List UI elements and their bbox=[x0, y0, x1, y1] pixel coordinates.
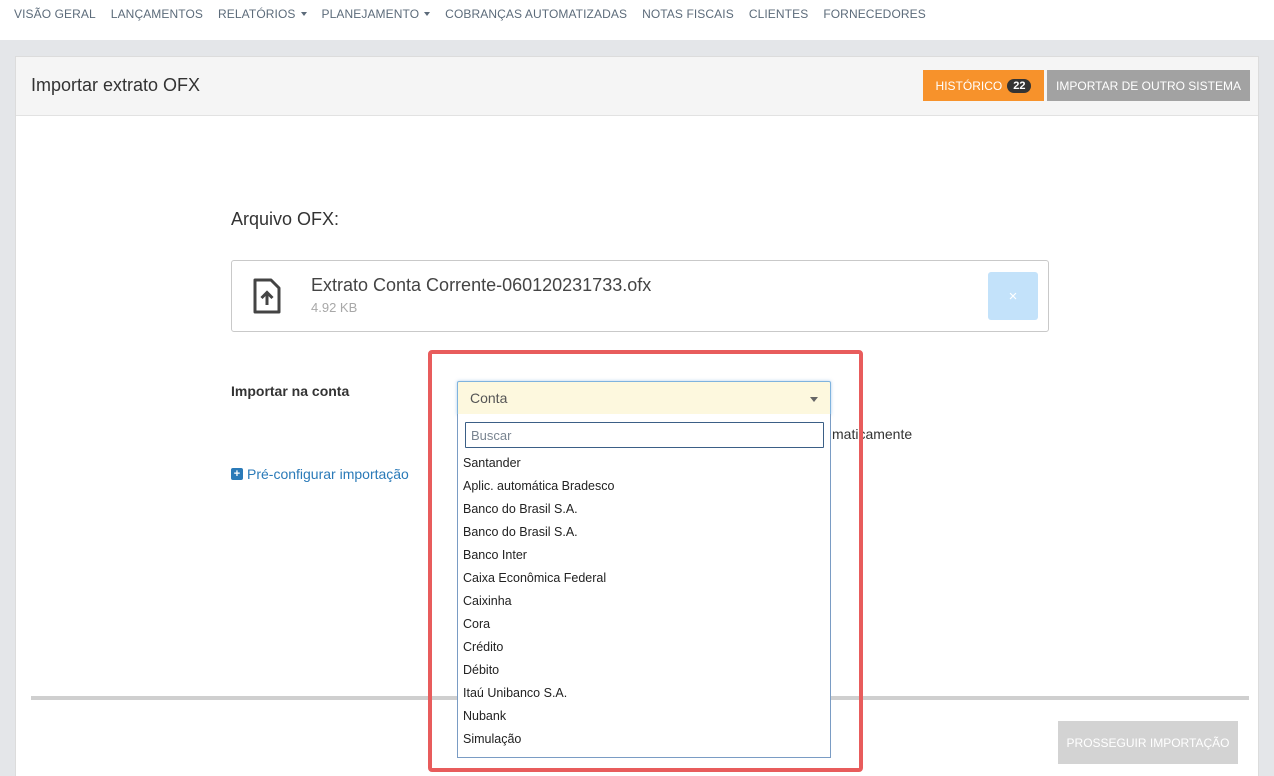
nav-item-relatorios[interactable]: RELATÓRIOS bbox=[218, 7, 307, 21]
account-option[interactable]: Banco Inter bbox=[458, 544, 830, 567]
ofx-section-title: Arquivo OFX: bbox=[231, 209, 340, 229]
account-search-input[interactable] bbox=[465, 422, 824, 448]
account-options-list: Santander Aplic. automática Bradesco Banco… bbox=[458, 452, 830, 751]
history-button-label: HISTÓRICO bbox=[935, 78, 1003, 93]
nav-item-label: CLIENTES bbox=[748, 7, 809, 21]
remove-file-button[interactable]: × bbox=[988, 272, 1038, 320]
proceed-import-button[interactable]: PROSSEGUIR IMPORTAÇÃO bbox=[1058, 721, 1238, 764]
nav-item-visao-geral[interactable]: VISÃO GERAL bbox=[14, 7, 96, 21]
nav-item-label: RELATÓRIOS bbox=[218, 7, 296, 21]
account-option[interactable]: Cora bbox=[458, 613, 830, 636]
chevron-down-icon bbox=[424, 12, 431, 16]
top-navigation: VISÃO GERAL LANÇAMENTOS RELATÓRIOS PLANEJAM… bbox=[0, 0, 1274, 40]
plus-square-icon: + bbox=[231, 468, 243, 480]
import-other-system-button[interactable]: IMPORTAR DE OUTRO SISTEMA bbox=[1047, 70, 1250, 101]
nav-item-cobrancas-automatizadas[interactable]: COBRANÇAS AUTOMATIZADAS bbox=[445, 7, 627, 21]
nav-item-lancamentos[interactable]: LANÇAMENTOS bbox=[111, 7, 203, 21]
account-option[interactable]: Simulação bbox=[458, 728, 830, 751]
history-count-badge: 22 bbox=[1007, 78, 1032, 93]
nav-item-label: LANÇAMENTOS bbox=[110, 7, 204, 21]
account-option[interactable]: Santander bbox=[458, 452, 830, 475]
nav-item-clientes[interactable]: CLIENTES bbox=[749, 7, 808, 21]
nav-item-label: FORNECEDORES bbox=[823, 7, 926, 21]
page-title: Importar extrato OFX bbox=[31, 75, 201, 95]
file-size: 4.92 KB bbox=[311, 300, 358, 315]
file-name: Extrato Conta Corrente-060120231733.ofx bbox=[311, 275, 652, 295]
panel-header: Importar extrato OFX HISTÓRICO 22 IMPORT… bbox=[16, 57, 1258, 116]
account-option[interactable]: Itaú Unibanco S.A. bbox=[458, 682, 830, 705]
account-option[interactable]: Débito bbox=[458, 659, 830, 682]
uploaded-file-card: Extrato Conta Corrente-060120231733.ofx … bbox=[231, 260, 1049, 332]
preconfigure-import-label: Pré-configurar importação bbox=[247, 466, 409, 482]
account-dropdown: SantanderAplic. automática BradescoBanco… bbox=[457, 414, 831, 758]
file-upload-icon bbox=[253, 278, 281, 314]
nav-item-label: PLANEJAMENTO bbox=[321, 7, 420, 21]
account-option[interactable]: Caixinha bbox=[458, 590, 830, 613]
account-select[interactable]: Conta bbox=[457, 381, 831, 415]
nav-item-label: NOTAS FISCAIS bbox=[642, 7, 734, 21]
nav-item-label: VISÃO GERAL bbox=[14, 7, 96, 21]
preconfigure-import-link[interactable]: + Pré-configurar importação bbox=[231, 466, 409, 482]
nav-item-planejamento[interactable]: PLANEJAMENTO bbox=[322, 7, 431, 21]
account-option[interactable]: Crédito bbox=[458, 636, 830, 659]
account-option[interactable]: Aplic. automática Bradesco bbox=[458, 475, 830, 498]
chevron-down-icon bbox=[810, 397, 818, 402]
chevron-down-icon bbox=[300, 12, 307, 16]
history-button[interactable]: HISTÓRICO 22 bbox=[923, 70, 1044, 101]
nav-item-fornecedores[interactable]: FORNECEDORES bbox=[823, 7, 926, 21]
account-option[interactable]: Banco do Brasil S.A. bbox=[458, 521, 830, 544]
account-label: Importar na conta bbox=[231, 383, 350, 399]
account-option[interactable]: Banco do Brasil S.A. bbox=[458, 498, 830, 521]
nav-item-label: COBRANÇAS AUTOMATIZADAS bbox=[445, 7, 628, 21]
account-option[interactable]: Caixa Econômica Federal bbox=[458, 567, 830, 590]
nav-item-notas-fiscais[interactable]: NOTAS FISCAIS bbox=[642, 7, 734, 21]
account-select-value: Conta bbox=[470, 390, 508, 406]
account-option[interactable]: Nubank bbox=[458, 705, 830, 728]
